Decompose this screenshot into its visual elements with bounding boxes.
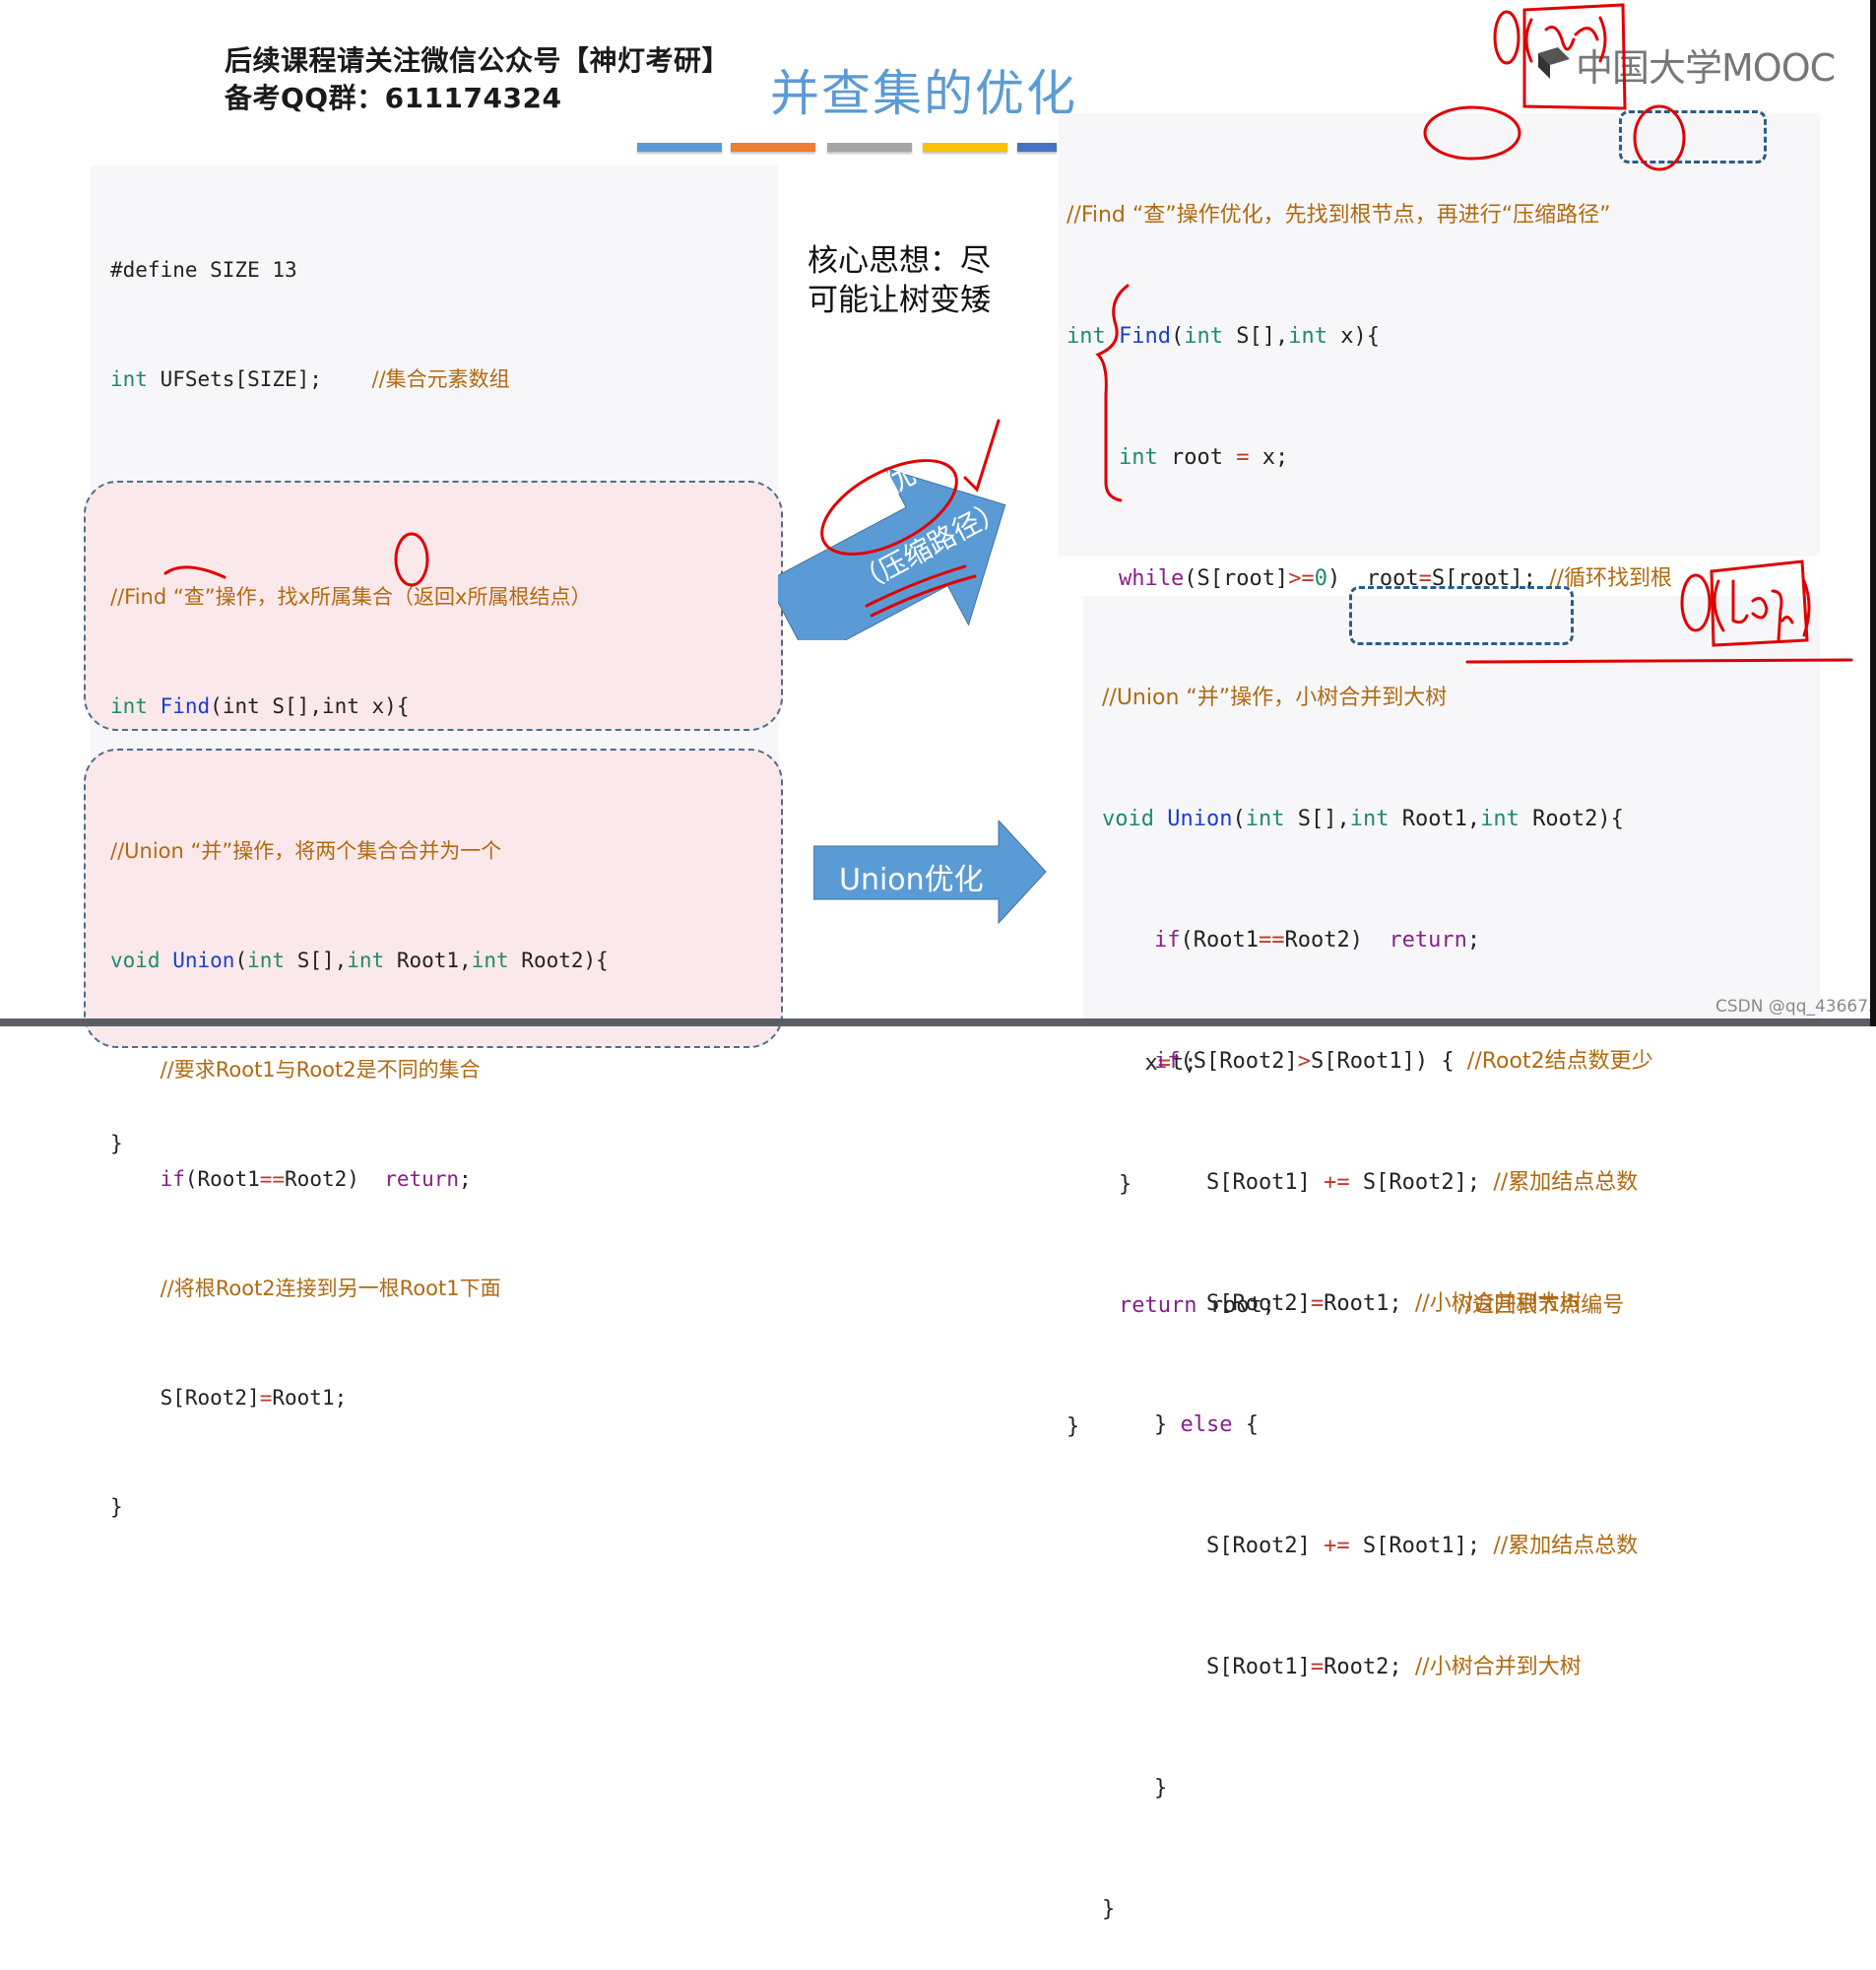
video-progress-bar[interactable] bbox=[0, 1018, 1870, 1026]
code-line: S[Root2] += S[Root1]; //累加结点总数 bbox=[1102, 1534, 1639, 1558]
annotation-log2n bbox=[1713, 579, 1811, 642]
code-line: if(S[Root2]>S[Root1]) { //Root2结点数更少 bbox=[1153, 1049, 1653, 1074]
annotation-box bbox=[1522, 3, 1627, 110]
code-line: S[Root2]=Root1; bbox=[110, 1386, 348, 1410]
csdn-watermark: CSDN @qq_43667537 bbox=[1715, 997, 1876, 1017]
annotation-big-o-union bbox=[1680, 573, 1712, 632]
annotation-alpha-n bbox=[1524, 16, 1607, 63]
annotation-union-strike bbox=[1465, 658, 1853, 664]
annotation-underline-1 bbox=[865, 564, 967, 608]
handwritten-annotations bbox=[163, 3, 1853, 664]
annotation-brace bbox=[1095, 284, 1130, 502]
annotation-compress-circle bbox=[1633, 104, 1686, 171]
annotation-union-box bbox=[1710, 559, 1809, 647]
annotation-x-circle bbox=[394, 532, 429, 587]
annotation-find-underline bbox=[163, 565, 226, 579]
code-line: if(Root1==Root2) return; bbox=[160, 1167, 472, 1191]
code-line: S[Root1] += S[Root2]; //累加结点总数 bbox=[1102, 1170, 1639, 1195]
code-line: } bbox=[1153, 1776, 1168, 1801]
annotation-root-node-circle bbox=[1423, 105, 1521, 161]
code-line: //要求Root1与Root2是不同的集合 bbox=[160, 1058, 481, 1082]
screen-right-edge bbox=[1870, 0, 1876, 1026]
annotation-find-label-circle bbox=[820, 459, 958, 556]
code-line: } bbox=[110, 1495, 123, 1519]
code-line: //将根Root2连接到另一根Root1下面 bbox=[160, 1277, 501, 1300]
code-line: } else { bbox=[1102, 1412, 1259, 1437]
code-line: S[Root2]=Root1; //小树合并到大树 bbox=[1102, 1291, 1582, 1316]
annotation-big-o-circle bbox=[1493, 10, 1520, 65]
annotation-checkmark bbox=[963, 419, 1001, 492]
code-line: S[Root1]=Root2; //小树合并到大树 bbox=[1102, 1655, 1582, 1679]
code-line: } bbox=[1102, 1897, 1116, 1922]
